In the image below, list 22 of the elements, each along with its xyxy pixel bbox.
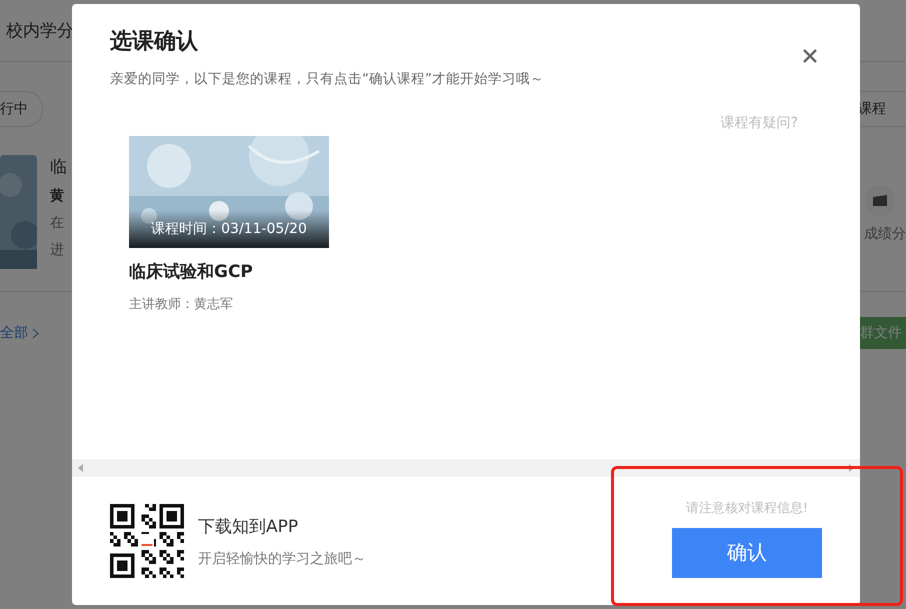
confirm-button[interactable]: 确认	[672, 528, 822, 578]
notice-text: 请注意核对课程信息!	[686, 500, 808, 516]
app-title: 下载知到APP	[198, 516, 300, 538]
course-title: 临	[50, 156, 67, 178]
course-status: 在	[50, 214, 65, 232]
filter-tab[interactable]: 行中	[0, 91, 43, 127]
teacher-name: 主讲教师：黄志军	[129, 296, 234, 313]
close-icon	[802, 48, 818, 64]
teacher-name: 黄	[50, 187, 65, 205]
scroll-left-icon[interactable]	[78, 464, 84, 472]
dialog-title: 选课确认	[110, 28, 200, 56]
app-slogan: 开启轻愉快的学习之旅吧～	[198, 550, 366, 568]
question-link[interactable]: 课程有疑问?	[720, 114, 798, 132]
action-label[interactable]: 成绩分	[864, 225, 906, 243]
dialog-subtitle: 亲爱的同学，以下是您的课程，只有点击“确认课程”才能开始学习哦～	[110, 70, 545, 88]
chevron-right-icon	[32, 328, 39, 338]
course-time: 课程时间：03/11-05/20	[129, 210, 329, 248]
page-title: 校内学分	[6, 20, 74, 42]
qr-code-icon	[110, 504, 184, 578]
view-all-link[interactable]: 全部	[0, 324, 39, 342]
course-title: 临床试验和GCP	[129, 261, 254, 283]
scrollbar[interactable]	[72, 459, 860, 477]
